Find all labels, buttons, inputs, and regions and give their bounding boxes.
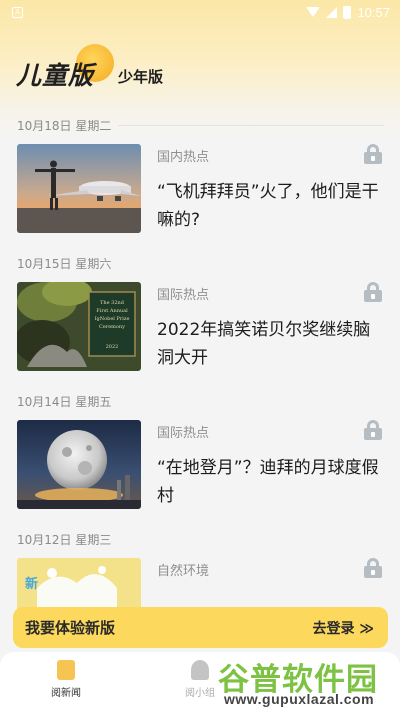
tab-label: 阅新闻 xyxy=(51,688,81,699)
airplane-photo xyxy=(17,144,141,233)
news-card[interactable]: The 32nd First Annual IgNobel Prize Cere… xyxy=(0,282,400,382)
signal-icon xyxy=(326,6,338,18)
news-card[interactable]: 国内热点 “飞机拜拜员”火了，他们是干嘛的? xyxy=(0,144,400,244)
news-category: 国际热点 xyxy=(157,288,210,303)
wifi-icon xyxy=(306,7,321,17)
logo-title: 儿童版 xyxy=(16,61,95,90)
news-category: 国内热点 xyxy=(157,150,210,165)
lock-icon xyxy=(364,420,382,440)
date-header: 10月15日 星期六 xyxy=(0,244,400,282)
status-time: 10:57 xyxy=(357,4,390,20)
ig-nobel-book-photo: The 32nd First Annual IgNobel Prize Cere… xyxy=(17,282,141,371)
login-button[interactable]: 去登录 ≫ xyxy=(312,618,374,638)
site-watermark: 谷普软件园 www.gupuxlazal.com xyxy=(218,654,400,712)
tab-read-news[interactable]: 阅新闻 xyxy=(26,660,106,699)
divider xyxy=(118,124,384,126)
promo-text: 我要体验新版 xyxy=(25,619,116,637)
news-icon xyxy=(57,660,75,680)
date-label: 10月18日 星期二 xyxy=(17,118,112,133)
news-title[interactable]: “在地登月”？迪拜的月球度假村 xyxy=(157,454,383,510)
date-label: 10月15日 星期六 xyxy=(17,256,112,271)
svg-text:新: 新 xyxy=(25,576,38,592)
svg-text:IgNobel Prize: IgNobel Prize xyxy=(95,316,130,322)
battery-icon xyxy=(343,5,352,19)
lock-icon xyxy=(364,282,382,302)
svg-text:2022: 2022 xyxy=(106,344,119,350)
status-bar: A 10:57 xyxy=(0,0,400,24)
svg-text:Ceremony: Ceremony xyxy=(99,324,125,330)
news-title[interactable]: “飞机拜拜员”火了，他们是干嘛的? xyxy=(157,178,383,234)
lock-icon xyxy=(364,558,382,578)
lock-icon xyxy=(364,144,382,164)
date-header: 10月12日 星期三 xyxy=(0,520,400,558)
moon-resort-photo xyxy=(17,420,141,509)
date-label: 10月12日 星期三 xyxy=(17,532,112,547)
app-notification-icon: A xyxy=(12,6,23,18)
date-header: 10月14日 星期五 xyxy=(0,382,400,420)
news-card[interactable]: 国际热点 “在地登月”？迪拜的月球度假村 xyxy=(0,420,400,520)
news-feed: 10月18日 星期二 国内热点 “飞机拜拜员”火了，他们是干嘛的? 10月15日… xyxy=(0,106,400,658)
app-logo: 儿童版 少年版 xyxy=(16,44,216,92)
try-new-version-banner[interactable]: 我要体验新版 去登录 ≫ xyxy=(13,607,388,648)
date-header: 10月18日 星期二 xyxy=(0,106,400,144)
news-title[interactable]: 2022年搞笑诺贝尔奖继续脑洞大开 xyxy=(157,316,383,372)
logo-subtitle: 少年版 xyxy=(118,68,164,86)
date-label: 10月14日 星期五 xyxy=(17,394,112,409)
people-icon xyxy=(191,660,209,680)
news-category: 国际热点 xyxy=(157,426,210,441)
svg-text:The 32nd: The 32nd xyxy=(100,300,125,306)
svg-text:First Annual: First Annual xyxy=(96,308,128,314)
watermark-url: www.gupuxlazal.com xyxy=(224,691,375,707)
news-category: 自然环境 xyxy=(157,564,210,579)
